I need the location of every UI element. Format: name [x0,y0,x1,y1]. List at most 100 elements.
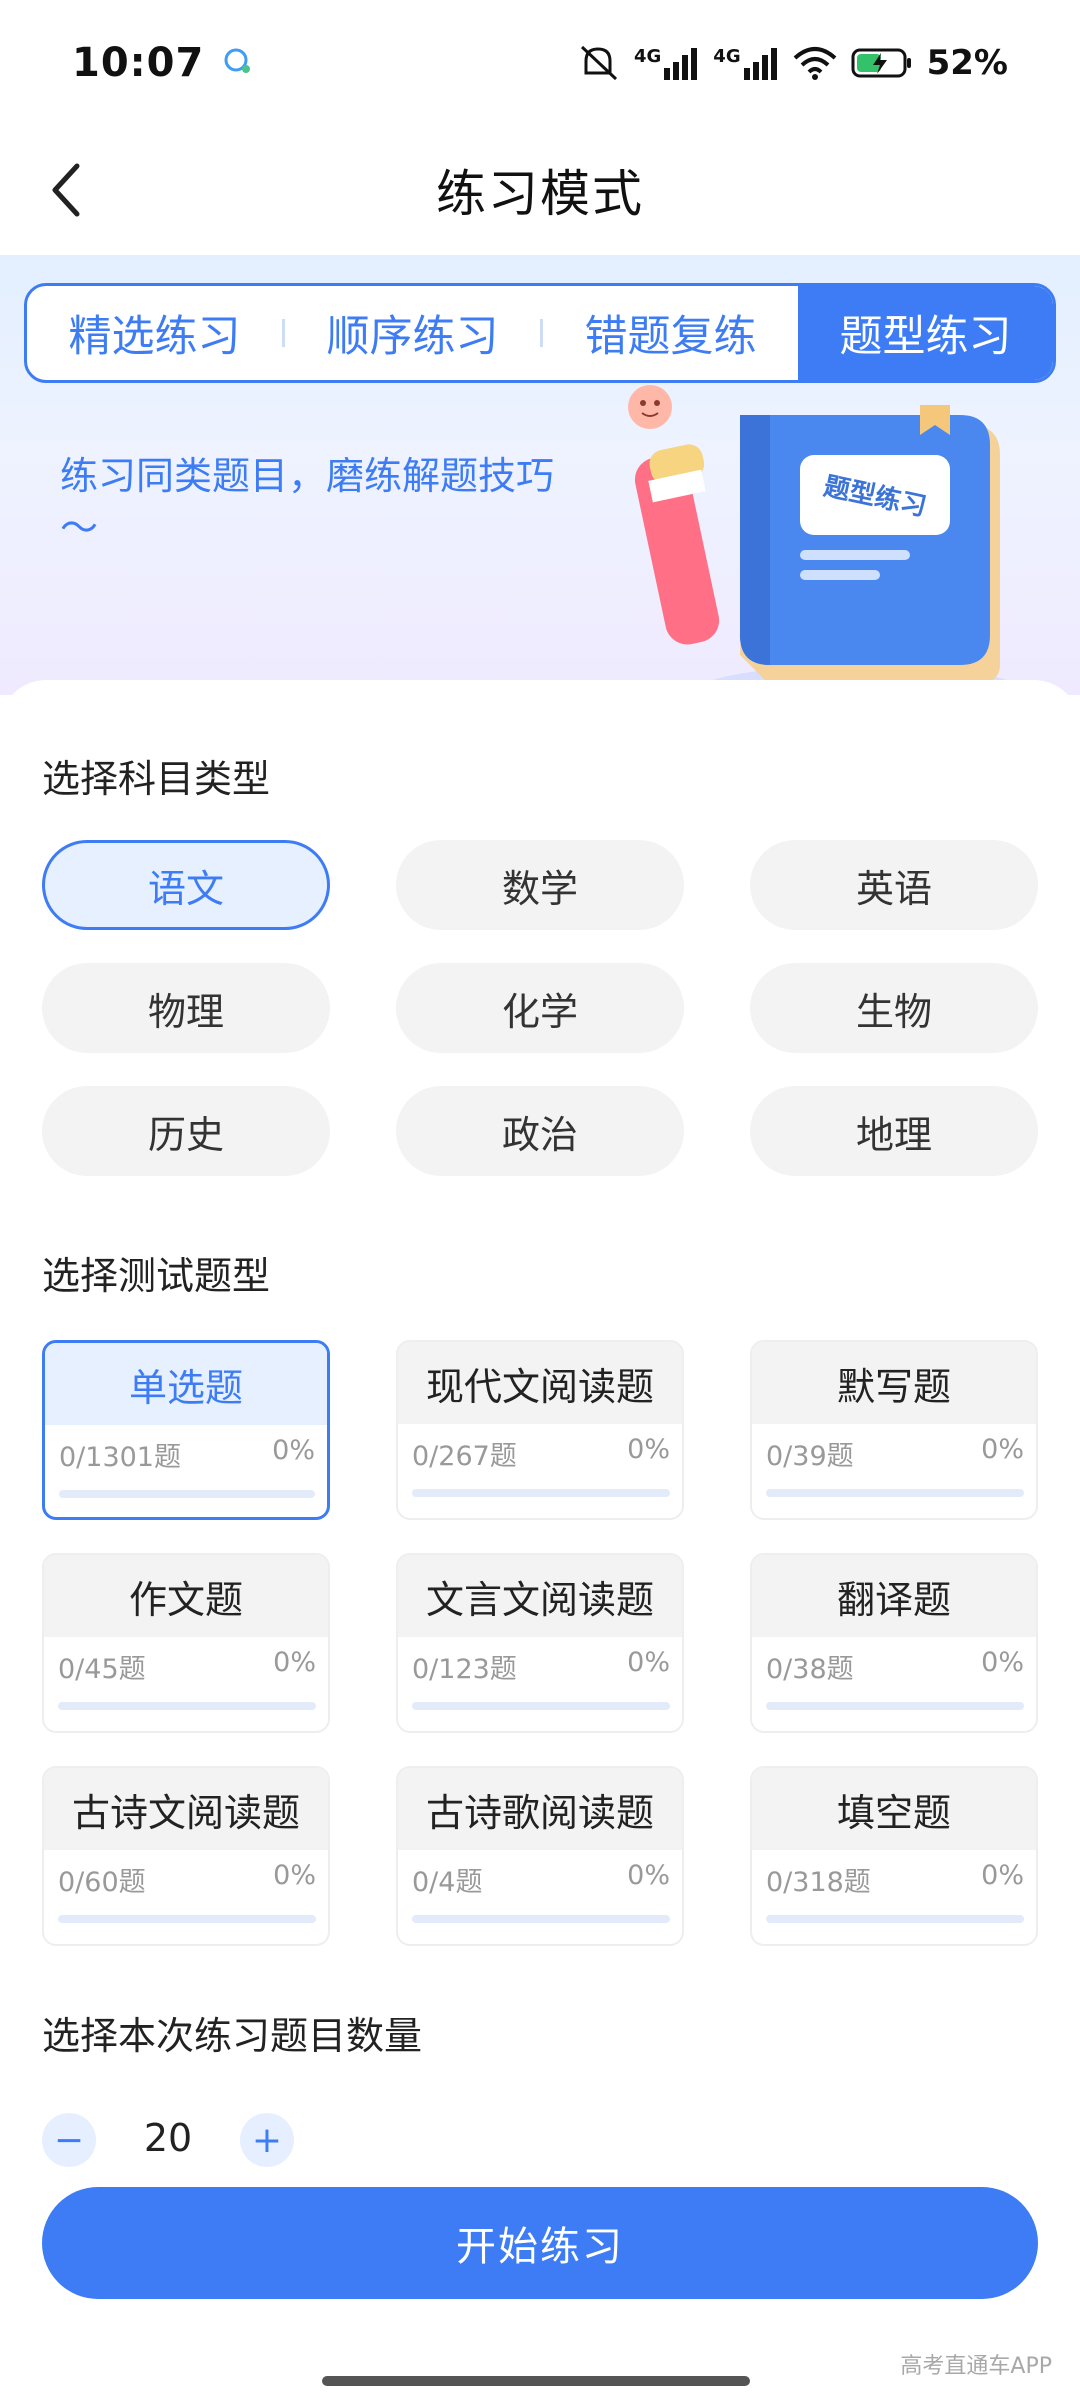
question-count-value[interactable]: 20 [118,2116,218,2160]
question-type-name: 默写题 [752,1342,1036,1424]
question-type-meta: 0/4题 0% [398,1860,682,1899]
question-type-name: 古诗文阅读题 [44,1768,328,1850]
question-type-name: 现代文阅读题 [398,1342,682,1424]
question-type-meta: 0/38题 0% [752,1647,1036,1686]
question-type-meta: 0/60题 0% [44,1860,328,1899]
question-type-card[interactable]: 现代文阅读题 0/267题 0% [396,1340,684,1520]
question-type-card[interactable]: 古诗文阅读题 0/60题 0% [42,1766,330,1946]
page-title: 练习模式 [436,165,644,223]
subject-geography[interactable]: 地理 [750,1086,1038,1176]
banner-description: 练习同类题目，磨练解题技巧～ [60,454,555,550]
question-type-section-title: 选择测试题型 [42,1254,271,1298]
question-count: 0/318题 [766,1867,871,1898]
tab-question-type-practice[interactable]: 题型练习 [798,286,1053,380]
subject-chemistry[interactable]: 化学 [396,963,684,1053]
progress-bar [766,1702,1024,1710]
question-type-card[interactable]: 古诗歌阅读题 0/4题 0% [396,1766,684,1946]
tab-featured-practice[interactable]: 精选练习 [27,286,282,380]
book-pencil-illustration: 题型练习 [628,385,1030,695]
question-type-meta: 0/267题 0% [398,1434,682,1473]
question-count: 0/123题 [412,1654,517,1685]
battery-percent: 52% [926,42,1008,83]
back-button[interactable] [32,155,102,225]
battery-icon [851,47,913,79]
subject-physics[interactable]: 物理 [42,963,330,1053]
progress-percent: 0% [273,1860,316,1891]
home-indicator[interactable] [322,2376,750,2386]
question-type-card[interactable]: 作文题 0/45题 0% [42,1553,330,1733]
mode-tabs: 精选练习 顺序练习 错题复练 题型练习 [24,283,1056,383]
question-type-card[interactable]: 默写题 0/39题 0% [750,1340,1038,1520]
progress-bar [59,1490,315,1498]
start-practice-button[interactable]: 开始练习 [42,2187,1038,2299]
progress-percent: 0% [627,1434,670,1465]
question-count: 0/45题 [58,1654,146,1685]
progress-percent: 0% [627,1860,670,1891]
question-count: 0/38题 [766,1654,854,1685]
signal-icon-1: 4G [634,46,699,80]
subject-math[interactable]: 数学 [396,840,684,930]
status-left: 10:07 [72,40,252,86]
subject-biology[interactable]: 生物 [750,963,1038,1053]
subject-politics[interactable]: 政治 [396,1086,684,1176]
network-label-1: 4G [633,45,662,67]
subject-chinese[interactable]: 语文 [42,840,330,930]
chat-bubble-icon [222,46,252,80]
signal-icon-2: 4G [713,46,778,80]
subject-section-title: 选择科目类型 [42,757,271,801]
question-type-card[interactable]: 翻译题 0/38题 0% [750,1553,1038,1733]
count-section-title: 选择本次练习题目数量 [42,2014,423,2058]
question-type-name: 文言文阅读题 [398,1555,682,1637]
question-type-meta: 0/318题 0% [752,1860,1036,1899]
question-type-name: 填空题 [752,1768,1036,1850]
increase-button[interactable]: + [240,2113,294,2167]
question-type-card[interactable]: 单选题 0/1301题 0% [42,1340,330,1520]
progress-percent: 0% [981,1860,1024,1891]
question-type-meta: 0/39题 0% [752,1434,1036,1473]
plus-icon: + [251,2119,283,2161]
progress-bar [766,1489,1024,1497]
banner: 精选练习 顺序练习 错题复练 题型练习 练习同类题目，磨练解题技巧～ 题型练习 [0,255,1080,695]
question-count: 0/1301题 [59,1442,181,1473]
progress-percent: 0% [273,1647,316,1678]
nav-bar: 练习模式 [0,125,1080,255]
progress-percent: 0% [272,1435,315,1466]
progress-bar [58,1915,316,1923]
wifi-icon [793,46,837,80]
question-type-name: 单选题 [45,1343,327,1425]
mute-icon [576,43,620,83]
progress-percent: 0% [981,1434,1024,1465]
question-count: 0/4题 [412,1867,483,1898]
progress-bar [412,1915,670,1923]
question-count: 0/267题 [412,1441,517,1472]
question-type-name: 翻译题 [752,1555,1036,1637]
question-type-name: 古诗歌阅读题 [398,1768,682,1850]
status-time: 10:07 [72,39,205,86]
question-count: 0/60题 [58,1867,146,1898]
watermark: 高考直通车APP [900,2354,1052,2379]
question-type-meta: 0/123题 0% [398,1647,682,1686]
progress-percent: 0% [627,1647,670,1678]
subject-history[interactable]: 历史 [42,1086,330,1176]
question-type-meta: 0/1301题 0% [45,1435,327,1474]
progress-bar [412,1489,670,1497]
tab-wrong-review[interactable]: 错题复练 [543,286,798,380]
tab-sequential-practice[interactable]: 顺序练习 [285,286,540,380]
network-label-2: 4G [713,45,741,67]
progress-bar [412,1702,670,1710]
subject-english[interactable]: 英语 [750,840,1038,930]
question-type-card[interactable]: 填空题 0/318题 0% [750,1766,1038,1946]
decrease-button[interactable]: − [42,2113,96,2167]
status-right: 4G 4G 52% [576,43,1008,83]
progress-bar [766,1915,1024,1923]
question-type-name: 作文题 [44,1555,328,1637]
chevron-left-icon [52,163,80,217]
progress-percent: 0% [981,1647,1024,1678]
question-count: 0/39题 [766,1441,854,1472]
question-type-card[interactable]: 文言文阅读题 0/123题 0% [396,1553,684,1733]
question-type-meta: 0/45题 0% [44,1647,328,1686]
minus-icon: − [53,2119,85,2161]
progress-bar [58,1702,316,1710]
content-sheet: 选择科目类型 语文 数学 英语 物理 化学 生物 历史 政治 地理 选择测试题型… [0,680,1080,2400]
status-bar: 10:07 4G 4G 52% [0,0,1080,125]
